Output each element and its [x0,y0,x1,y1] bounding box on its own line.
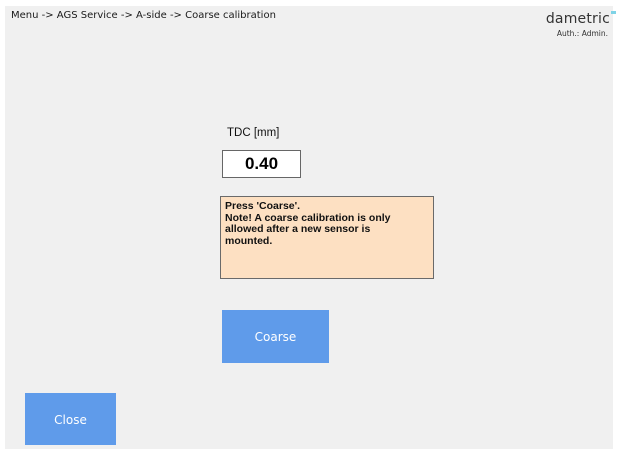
tdc-label: TDC [mm] [227,127,280,139]
screen: Menu -> AGS Service -> A-side -> Coarse … [0,0,618,454]
tdc-value-field: 0.40 [222,150,301,178]
logo-text: dametric [545,11,616,27]
message-line: Press 'Coarse'. [225,200,301,212]
message-line: mounted. [225,234,273,247]
brand-logo: dametric Auth.: Admin. [545,10,616,38]
instruction-message: Press 'Coarse'. Note! A coarse calibrati… [220,196,434,279]
breadcrumb: Menu -> AGS Service -> A-side -> Coarse … [11,10,276,21]
close-button[interactable]: Close [25,393,116,445]
logo-wordmark: dametric [545,11,610,27]
message-line: allowed after a new sensor is [225,223,371,235]
auth-level: Auth.: Admin. [556,29,608,38]
coarse-button[interactable]: Coarse [222,310,329,363]
logo-accent-icon [611,11,616,14]
